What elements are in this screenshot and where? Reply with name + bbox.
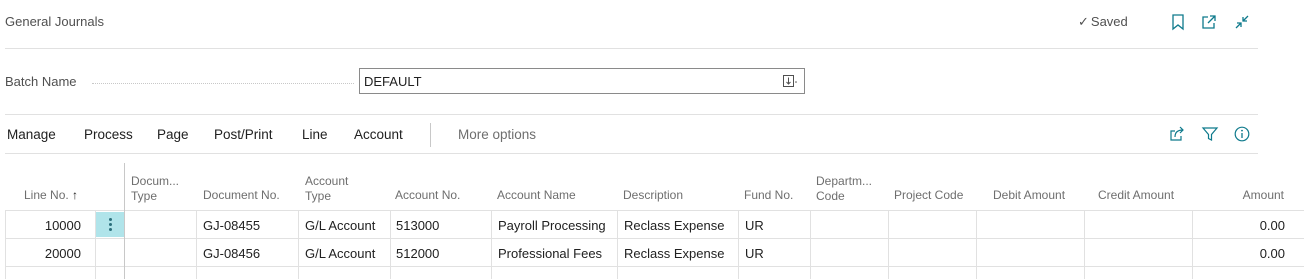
cell-amount[interactable]: 0.00 [1196, 246, 1285, 261]
more-options-button[interactable]: More options [458, 127, 536, 142]
menu-line[interactable]: Line [302, 127, 328, 142]
info-icon[interactable] [1233, 125, 1251, 143]
menu-manage[interactable]: Manage [7, 127, 56, 142]
open-new-window-icon[interactable] [1199, 12, 1219, 32]
grid-line [5, 238, 1304, 239]
cell-document-no[interactable]: GJ-08455 [203, 218, 260, 233]
grid-line [196, 210, 197, 279]
page-title: General Journals [5, 14, 104, 29]
batch-name-label: Batch Name [5, 74, 77, 89]
batch-name-input[interactable] [364, 70, 764, 92]
cell-document-no[interactable]: GJ-08456 [203, 246, 260, 261]
batch-name-field[interactable] [359, 68, 805, 94]
grid-line [617, 210, 618, 279]
action-separator [430, 123, 431, 147]
batch-divider [5, 114, 1258, 115]
cell-description[interactable]: Reclass Expense [624, 218, 724, 233]
grid-line [5, 210, 1304, 211]
lookup-icon[interactable] [782, 74, 798, 88]
cell-fund-no[interactable]: UR [745, 246, 764, 261]
saved-status: ✓ Saved [1078, 14, 1128, 30]
grid-line [1084, 210, 1085, 279]
cell-account-name[interactable]: Payroll Processing [498, 218, 606, 233]
grid-line [810, 210, 811, 279]
cell-description[interactable]: Reclass Expense [624, 246, 724, 261]
col-amount[interactable]: Amount [1200, 188, 1284, 203]
col-department-code[interactable]: Departm... Code [816, 174, 872, 204]
filter-icon[interactable] [1201, 125, 1219, 143]
col-description[interactable]: Description [623, 188, 683, 203]
col-document-no[interactable]: Document No. [203, 188, 280, 203]
grid-line [5, 266, 1304, 267]
col-credit-amount[interactable]: Credit Amount [1098, 188, 1174, 203]
col-debit-amount[interactable]: Debit Amount [993, 188, 1065, 203]
check-icon: ✓ [1078, 14, 1089, 29]
row-actions-button[interactable] [96, 212, 124, 237]
menu-account[interactable]: Account [354, 127, 403, 142]
grid-line [738, 210, 739, 279]
menu-post-print[interactable]: Post/Print [214, 127, 273, 142]
label-leader-dots [92, 83, 354, 84]
cell-amount[interactable]: 0.00 [1196, 218, 1285, 233]
cell-account-no[interactable]: 513000 [396, 218, 439, 233]
bookmark-icon[interactable] [1168, 12, 1188, 32]
col-account-no[interactable]: Account No. [395, 188, 460, 203]
share-icon[interactable] [1168, 125, 1186, 143]
cell-fund-no[interactable]: UR [745, 218, 764, 233]
sort-ascending-icon: ↑ [72, 188, 79, 202]
grid-line [976, 210, 977, 279]
col-project-code[interactable]: Project Code [894, 188, 963, 203]
col-line-no[interactable]: Line No. ↑ [24, 188, 78, 203]
grid-line [298, 210, 299, 279]
cell-account-no[interactable]: 512000 [396, 246, 439, 261]
col-account-name[interactable]: Account Name [497, 188, 576, 203]
col-fund-no[interactable]: Fund No. [744, 188, 793, 203]
grid-line [491, 210, 492, 279]
grid-line [1192, 210, 1193, 279]
grid-line [888, 210, 889, 279]
saved-label: Saved [1090, 14, 1128, 29]
cell-account-type[interactable]: G/L Account [305, 218, 375, 233]
collapse-icon[interactable] [1232, 12, 1252, 32]
menu-page[interactable]: Page [157, 127, 189, 142]
menu-process[interactable]: Process [84, 127, 133, 142]
cell-account-type[interactable]: G/L Account [305, 246, 375, 261]
cell-account-name[interactable]: Professional Fees [498, 246, 602, 261]
col-document-type[interactable]: Docum... Type [131, 174, 179, 204]
header-divider [5, 48, 1258, 49]
grid-line [390, 210, 391, 279]
cell-line-no[interactable]: 20000 [5, 246, 81, 261]
cell-line-no[interactable]: 10000 [5, 218, 81, 233]
col-account-type[interactable]: Account Type [305, 174, 348, 204]
frozen-column-divider [124, 163, 125, 279]
actionbar-divider [5, 153, 1258, 154]
